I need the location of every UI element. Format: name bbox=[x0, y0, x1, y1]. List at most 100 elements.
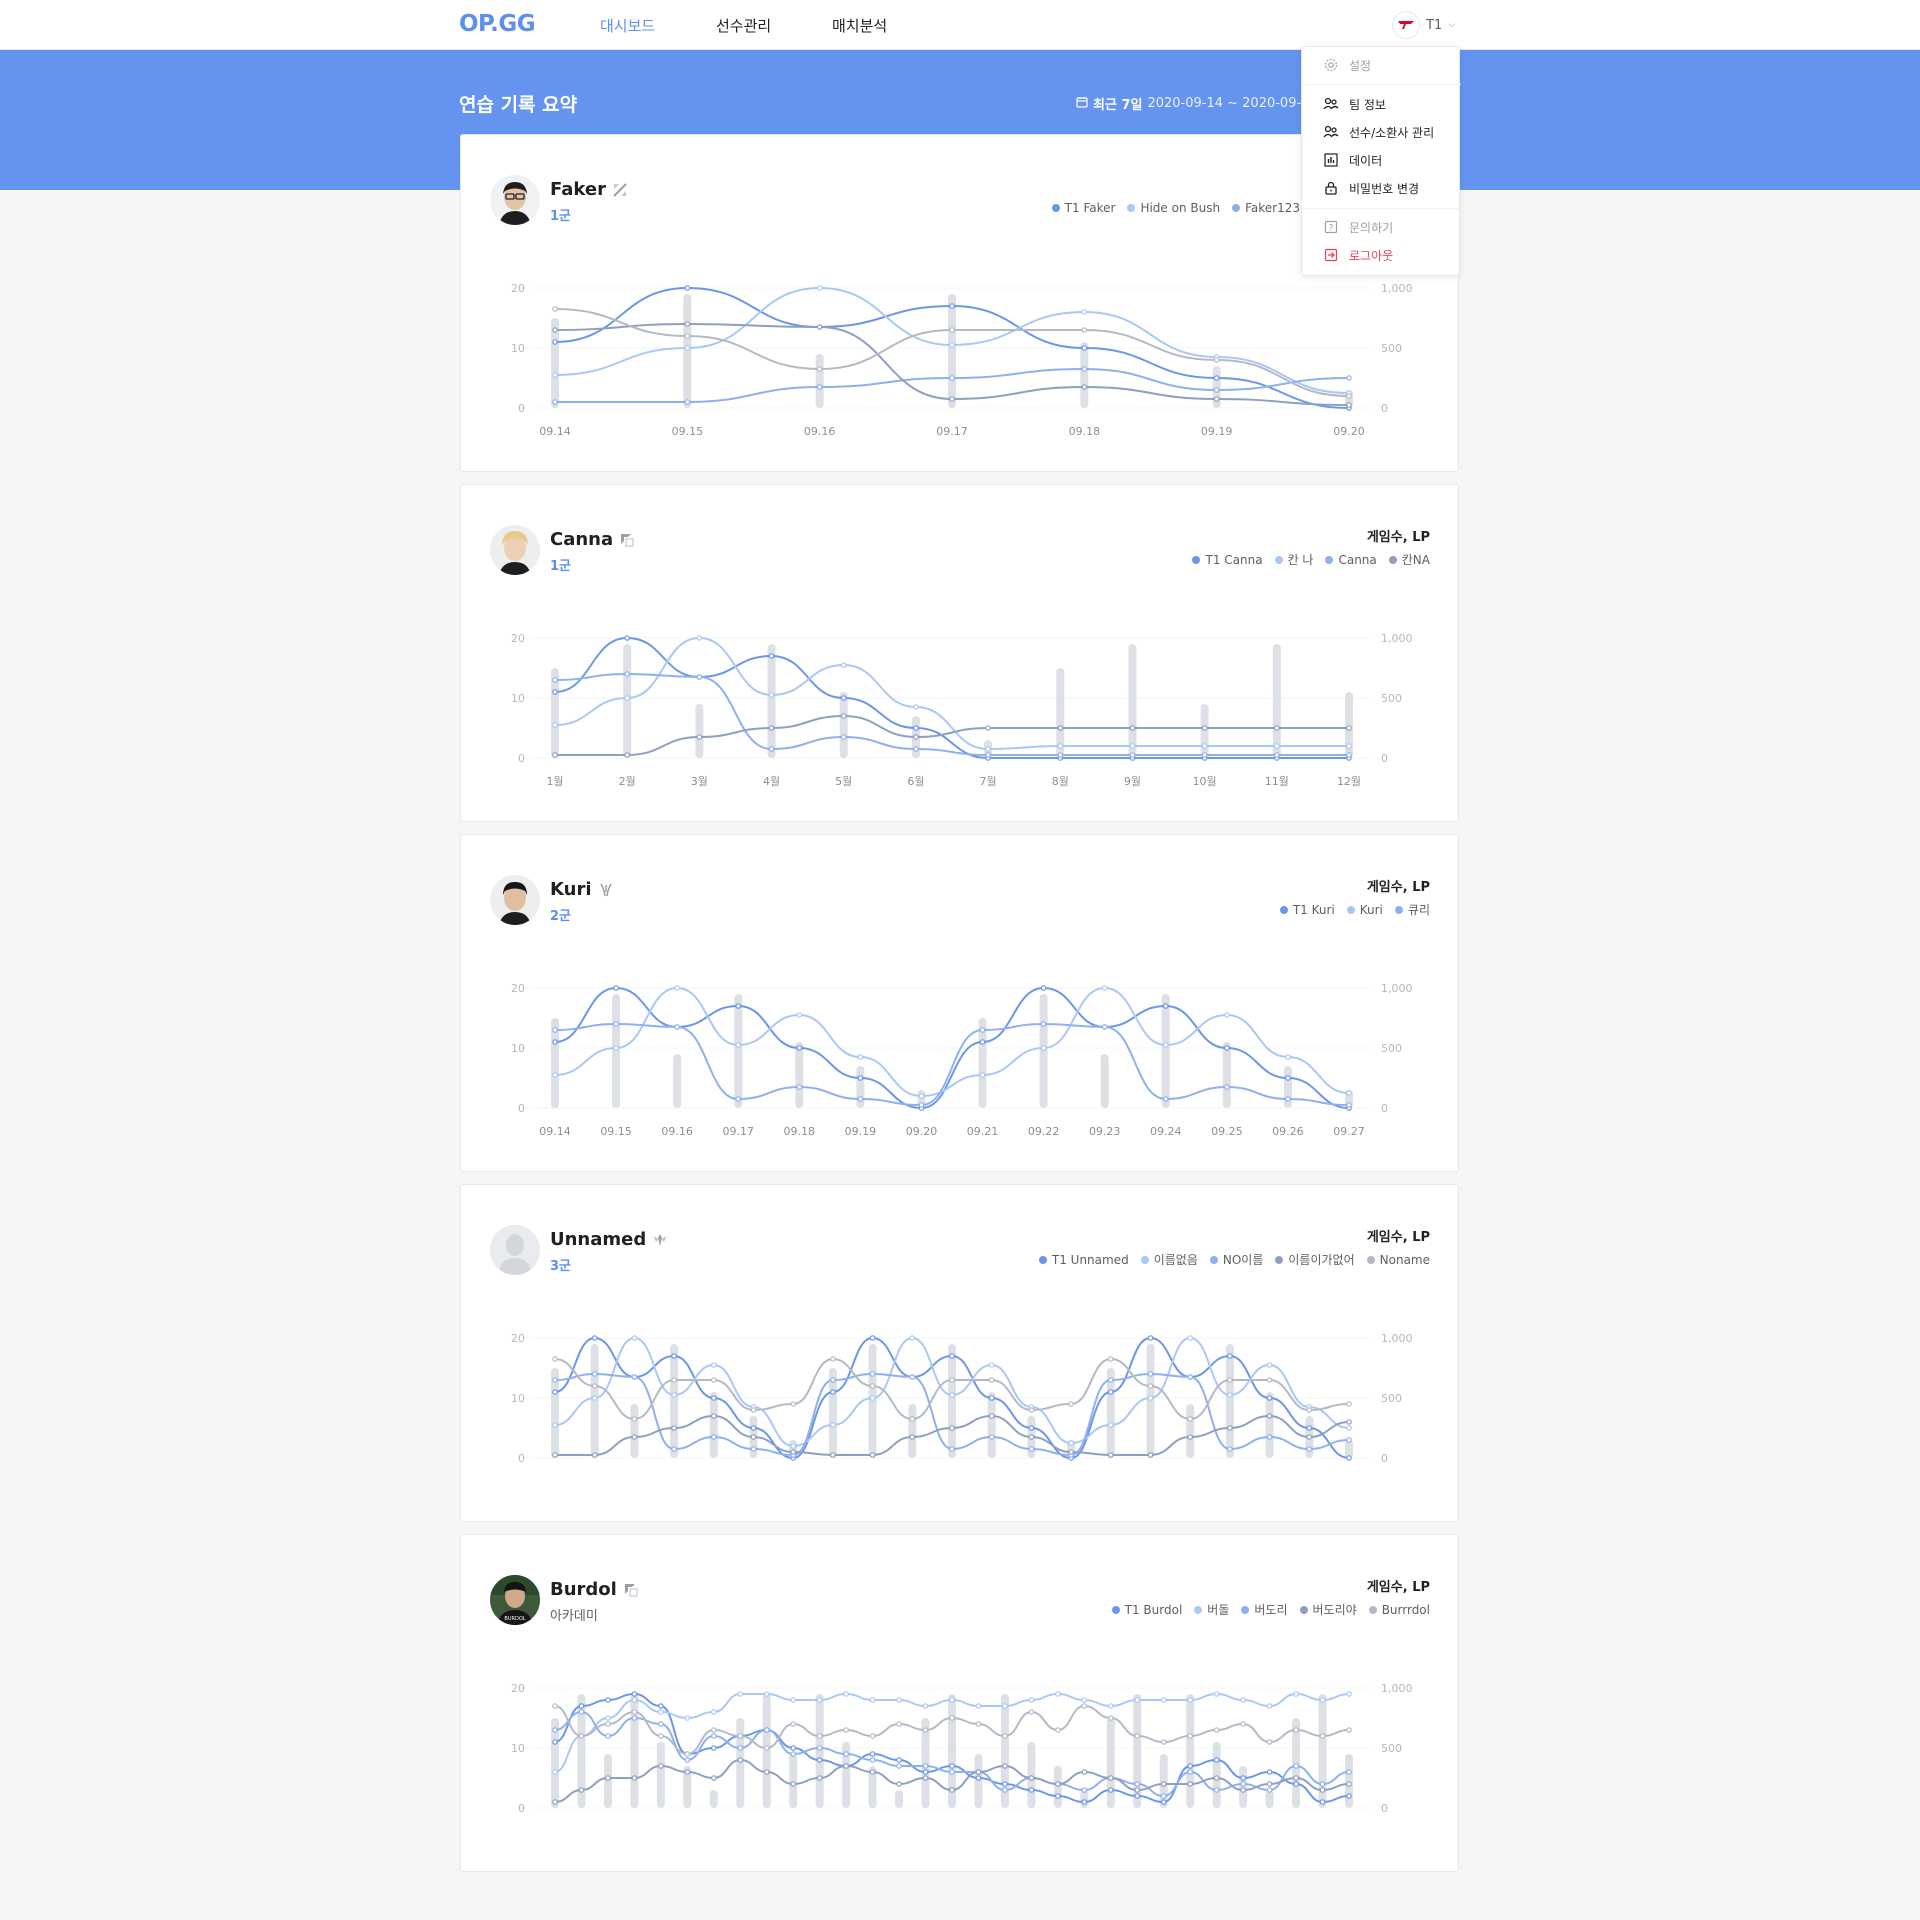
data-point[interactable] bbox=[591, 1371, 598, 1377]
data-point[interactable] bbox=[613, 1021, 619, 1027]
data-point[interactable] bbox=[985, 725, 991, 731]
data-point[interactable] bbox=[1346, 1455, 1352, 1461]
game-count-bar[interactable] bbox=[1106, 1718, 1115, 1808]
data-point[interactable] bbox=[552, 722, 558, 728]
data-point[interactable] bbox=[949, 1353, 955, 1359]
game-count-bar[interactable] bbox=[974, 1754, 983, 1808]
player-card[interactable]: Kuri 2군 게임수, LP T1 Kuri Kuri 큐리 0 10 20 0 500 1,000… bbox=[460, 834, 1459, 1172]
data-point[interactable] bbox=[631, 1775, 638, 1781]
data-point[interactable] bbox=[1081, 1799, 1088, 1805]
game-count-bar[interactable] bbox=[673, 1054, 682, 1108]
menu-team-info[interactable]: 팀 정보 bbox=[1302, 91, 1461, 117]
game-count-bar[interactable] bbox=[590, 1344, 599, 1458]
data-point[interactable] bbox=[684, 1757, 691, 1763]
data-point[interactable] bbox=[1319, 1781, 1326, 1787]
data-point[interactable] bbox=[1055, 1727, 1061, 1733]
data-point[interactable] bbox=[1187, 1697, 1194, 1703]
game-count-bar[interactable] bbox=[1186, 1404, 1195, 1458]
data-point[interactable] bbox=[922, 1775, 929, 1781]
data-point[interactable] bbox=[975, 1769, 982, 1775]
data-point[interactable] bbox=[869, 1751, 876, 1757]
data-point[interactable] bbox=[949, 1377, 955, 1383]
data-point[interactable] bbox=[979, 1027, 986, 1033]
data-point[interactable] bbox=[1346, 725, 1352, 731]
menu-contact[interactable]: ? 문의하기 bbox=[1302, 214, 1461, 240]
game-count-bar[interactable] bbox=[670, 1344, 679, 1458]
data-point[interactable] bbox=[1201, 743, 1208, 749]
data-point[interactable] bbox=[1028, 1697, 1035, 1703]
data-point[interactable] bbox=[1346, 1691, 1352, 1697]
data-point[interactable] bbox=[796, 1012, 803, 1018]
data-point[interactable] bbox=[1160, 1799, 1167, 1805]
data-point[interactable] bbox=[684, 285, 691, 291]
data-point[interactable] bbox=[949, 327, 955, 333]
data-point[interactable] bbox=[1306, 1407, 1313, 1413]
data-point[interactable] bbox=[869, 1757, 876, 1763]
data-point[interactable] bbox=[763, 1691, 770, 1697]
data-point[interactable] bbox=[816, 1745, 823, 1751]
data-point[interactable] bbox=[591, 1335, 598, 1341]
data-point[interactable] bbox=[840, 734, 847, 740]
data-point[interactable] bbox=[711, 1727, 717, 1733]
data-point[interactable] bbox=[671, 1377, 677, 1383]
legend-item[interactable]: 버돌 bbox=[1194, 1601, 1229, 1618]
data-point[interactable] bbox=[1266, 1395, 1273, 1401]
data-point[interactable] bbox=[674, 1024, 680, 1030]
data-point[interactable] bbox=[1107, 1377, 1114, 1383]
game-count-bar[interactable] bbox=[868, 1344, 877, 1458]
data-point[interactable] bbox=[1346, 1769, 1352, 1775]
data-point[interactable] bbox=[552, 339, 558, 345]
data-point[interactable] bbox=[631, 1374, 638, 1380]
data-point[interactable] bbox=[949, 1697, 955, 1703]
game-count-bar[interactable] bbox=[1212, 1742, 1221, 1808]
data-point[interactable] bbox=[896, 1697, 902, 1703]
data-point[interactable] bbox=[1068, 1449, 1074, 1455]
data-point[interactable] bbox=[735, 1042, 742, 1048]
data-point[interactable] bbox=[1107, 1422, 1114, 1428]
game-count-bar[interactable] bbox=[1239, 1766, 1248, 1808]
player-card[interactable]: Canna 1군 게임수, LP T1 Canna 칸 나 Canna 칸NA 0 10 20 0 5… bbox=[460, 484, 1459, 822]
data-point[interactable] bbox=[1160, 1781, 1167, 1787]
data-point[interactable] bbox=[1107, 1775, 1114, 1781]
data-point[interactable] bbox=[869, 1733, 876, 1739]
data-point[interactable] bbox=[1213, 1787, 1220, 1793]
data-point[interactable] bbox=[711, 1377, 717, 1383]
data-point[interactable] bbox=[552, 1799, 558, 1805]
legend-item[interactable]: T1 Unnamed bbox=[1038, 1251, 1129, 1268]
data-point[interactable] bbox=[1040, 1021, 1047, 1027]
data-point[interactable] bbox=[913, 725, 919, 731]
data-point[interactable] bbox=[750, 1434, 757, 1440]
data-point[interactable] bbox=[552, 1356, 558, 1362]
data-point[interactable] bbox=[552, 1072, 558, 1078]
data-point[interactable] bbox=[711, 1733, 717, 1739]
data-point[interactable] bbox=[1147, 1371, 1154, 1377]
game-count-bar[interactable] bbox=[1200, 704, 1209, 758]
data-point[interactable] bbox=[591, 1383, 598, 1389]
data-point[interactable] bbox=[790, 1751, 797, 1757]
legend-item[interactable]: T1 Burdol bbox=[1111, 1601, 1182, 1618]
data-point[interactable] bbox=[988, 1413, 995, 1419]
game-count-bar[interactable] bbox=[987, 1392, 996, 1458]
data-point[interactable] bbox=[552, 677, 558, 683]
legend-item[interactable]: 칸 나 bbox=[1274, 551, 1313, 568]
data-point[interactable] bbox=[1227, 1446, 1233, 1452]
data-point[interactable] bbox=[1187, 1733, 1194, 1739]
data-point[interactable] bbox=[1107, 1452, 1114, 1458]
game-count-bar[interactable] bbox=[895, 1790, 904, 1808]
lp-series-line[interactable] bbox=[555, 714, 1349, 756]
data-point[interactable] bbox=[830, 1389, 836, 1395]
data-point[interactable] bbox=[1040, 1045, 1047, 1051]
date-range[interactable]: 최근 7일 2020-09-14 ~ 2020-09-20 bbox=[1076, 94, 1318, 113]
data-point[interactable] bbox=[816, 366, 823, 372]
data-point[interactable] bbox=[631, 1709, 638, 1715]
data-point[interactable] bbox=[1081, 1697, 1088, 1703]
data-point[interactable] bbox=[711, 1775, 717, 1781]
data-point[interactable] bbox=[1224, 1045, 1230, 1051]
data-point[interactable] bbox=[711, 1434, 717, 1440]
game-count-bar[interactable] bbox=[762, 1694, 771, 1808]
data-point[interactable] bbox=[1306, 1425, 1313, 1431]
data-point[interactable] bbox=[1213, 387, 1220, 393]
data-point[interactable] bbox=[552, 752, 558, 758]
data-point[interactable] bbox=[768, 746, 775, 752]
data-point[interactable] bbox=[631, 1691, 638, 1697]
